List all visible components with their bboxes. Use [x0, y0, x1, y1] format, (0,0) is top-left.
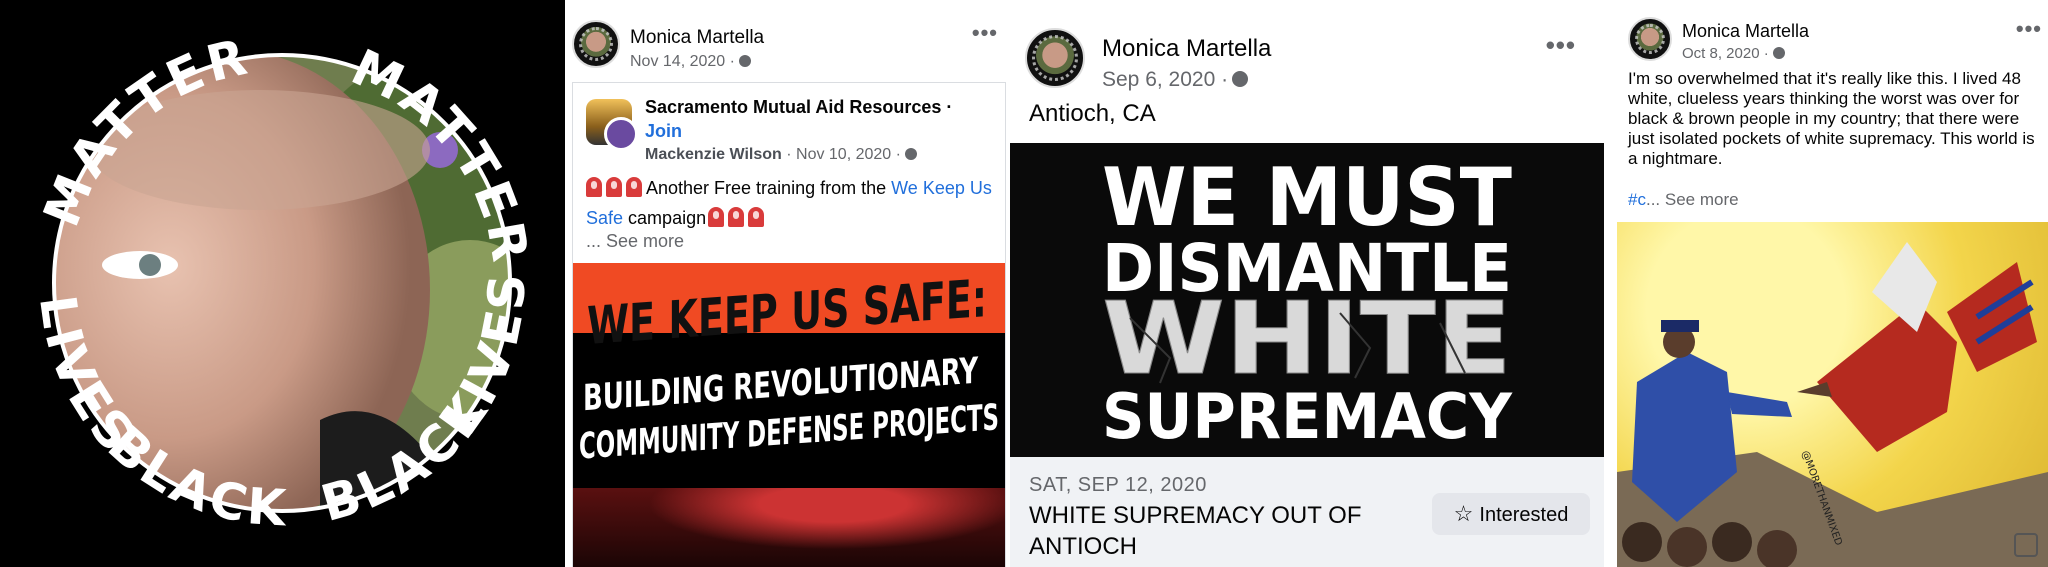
shared-post-card[interactable]: Sacramento Mutual Aid Resources · Join M… — [572, 82, 1006, 567]
siren-emoji-icon — [626, 177, 642, 197]
public-globe-icon — [904, 148, 917, 160]
post-see-more-row: #c... See more — [1628, 190, 1739, 210]
interested-button[interactable]: ☆ Interested — [1432, 493, 1590, 535]
more-options-icon[interactable]: ••• — [972, 20, 998, 46]
event-cover-image[interactable]: WE MUST DISMANTLE WHITE SUPREMACY — [1010, 143, 1604, 457]
event-title[interactable]: WHITE SUPREMACY OUT OF ANTIOCH — [1029, 500, 1389, 562]
post-date[interactable]: Sep 6, 2020 · — [1102, 68, 1228, 91]
more-options-icon[interactable]: ••• — [1546, 30, 1576, 61]
training-poster-image[interactable]: WE KEEP US SAFE: BUILDING REVOLUTIONARY … — [573, 263, 1005, 567]
public-globe-icon — [738, 55, 751, 67]
join-group-link[interactable]: Join — [645, 121, 682, 142]
artwork-illustration: @MORETHANMIXED — [1617, 242, 2048, 567]
post-text-art: Monica Martella Oct 8, 2020 · ••• I'm so… — [1606, 0, 2048, 567]
author-avatar[interactable] — [1628, 17, 1672, 61]
event-info-bar[interactable]: SAT, SEP 12, 2020 WHITE SUPREMACY OUT OF… — [1010, 457, 1604, 567]
more-options-icon[interactable]: ••• — [2016, 16, 2042, 42]
shared-post-meta: Mackenzie Wilson · Nov 10, 2020 · — [645, 146, 917, 164]
post-timestamp[interactable]: Nov 14, 2020 · — [630, 53, 751, 71]
siren-emoji-icon — [748, 207, 765, 227]
siren-emoji-icon — [708, 207, 725, 227]
post-date[interactable]: Nov 14, 2020 · — [630, 53, 735, 70]
see-more-link[interactable]: ... See more — [586, 231, 684, 252]
event-date: SAT, SEP 12, 2020 — [1029, 474, 1207, 496]
profile-picture-panel: MATTER MATTER LIVES BLACK BLACK LIVES — [0, 0, 565, 567]
post-body-text: I'm so overwhelmed that it's really like… — [1628, 69, 2035, 168]
post-event: Monica Martella Sep 6, 2020 · ••• Antioc… — [1010, 0, 1604, 567]
author-name[interactable]: Monica Martella — [1102, 35, 1271, 63]
post-artwork-image[interactable]: @MORETHANMIXED — [1617, 222, 2048, 567]
siren-emoji-icon — [728, 207, 745, 227]
post-timestamp[interactable]: Sep 6, 2020 · — [1102, 68, 1249, 92]
author-name[interactable]: Monica Martella — [1682, 21, 1809, 42]
shared-poster-name[interactable]: Mackenzie Wilson — [645, 146, 782, 163]
event-cover-text: WE MUST DISMANTLE WHITE SUPREMACY — [1102, 151, 1514, 453]
text-after-link: campaign — [628, 208, 707, 228]
cover-line-4: SUPREMACY — [1102, 380, 1513, 453]
author-avatar[interactable] — [1025, 28, 1085, 88]
poster-line-1: WE KEEP US SAFE: — [587, 269, 987, 357]
post-shared-training: Monica Martella Nov 14, 2020 · ••• Sacra… — [567, 0, 1010, 567]
group-avatar[interactable] — [586, 99, 638, 151]
see-more-link[interactable]: ... See more — [1646, 190, 1739, 209]
text-before-link: Another Free training from the — [646, 178, 887, 198]
public-globe-icon — [1772, 47, 1785, 59]
star-outline-icon: ☆ — [1453, 501, 1474, 526]
hashtag-link[interactable]: #c — [1628, 190, 1646, 209]
author-avatar[interactable] — [572, 20, 620, 68]
post-date[interactable]: Oct 8, 2020 · — [1682, 45, 1769, 62]
post-location[interactable]: Antioch, CA — [1029, 100, 1156, 128]
siren-emoji-icon — [586, 177, 602, 197]
group-name[interactable]: Sacramento Mutual Aid Resources · — [645, 97, 952, 118]
siren-emoji-icon — [606, 177, 622, 197]
shared-post-text: Another Free training from the We Keep U… — [586, 173, 1000, 233]
post-timestamp[interactable]: Oct 8, 2020 · — [1682, 45, 1785, 62]
poster-crowd-photo — [573, 488, 1005, 567]
public-globe-icon — [1232, 71, 1249, 87]
author-name[interactable]: Monica Martella — [630, 27, 764, 49]
poster-headline: WE KEEP US SAFE: BUILDING REVOLUTIONARY … — [579, 269, 999, 467]
interested-label: Interested — [1479, 504, 1569, 526]
shared-post-date[interactable]: · Nov 10, 2020 · — [786, 146, 901, 163]
profile-picture: MATTER MATTER LIVES BLACK BLACK LIVES — [0, 0, 565, 567]
